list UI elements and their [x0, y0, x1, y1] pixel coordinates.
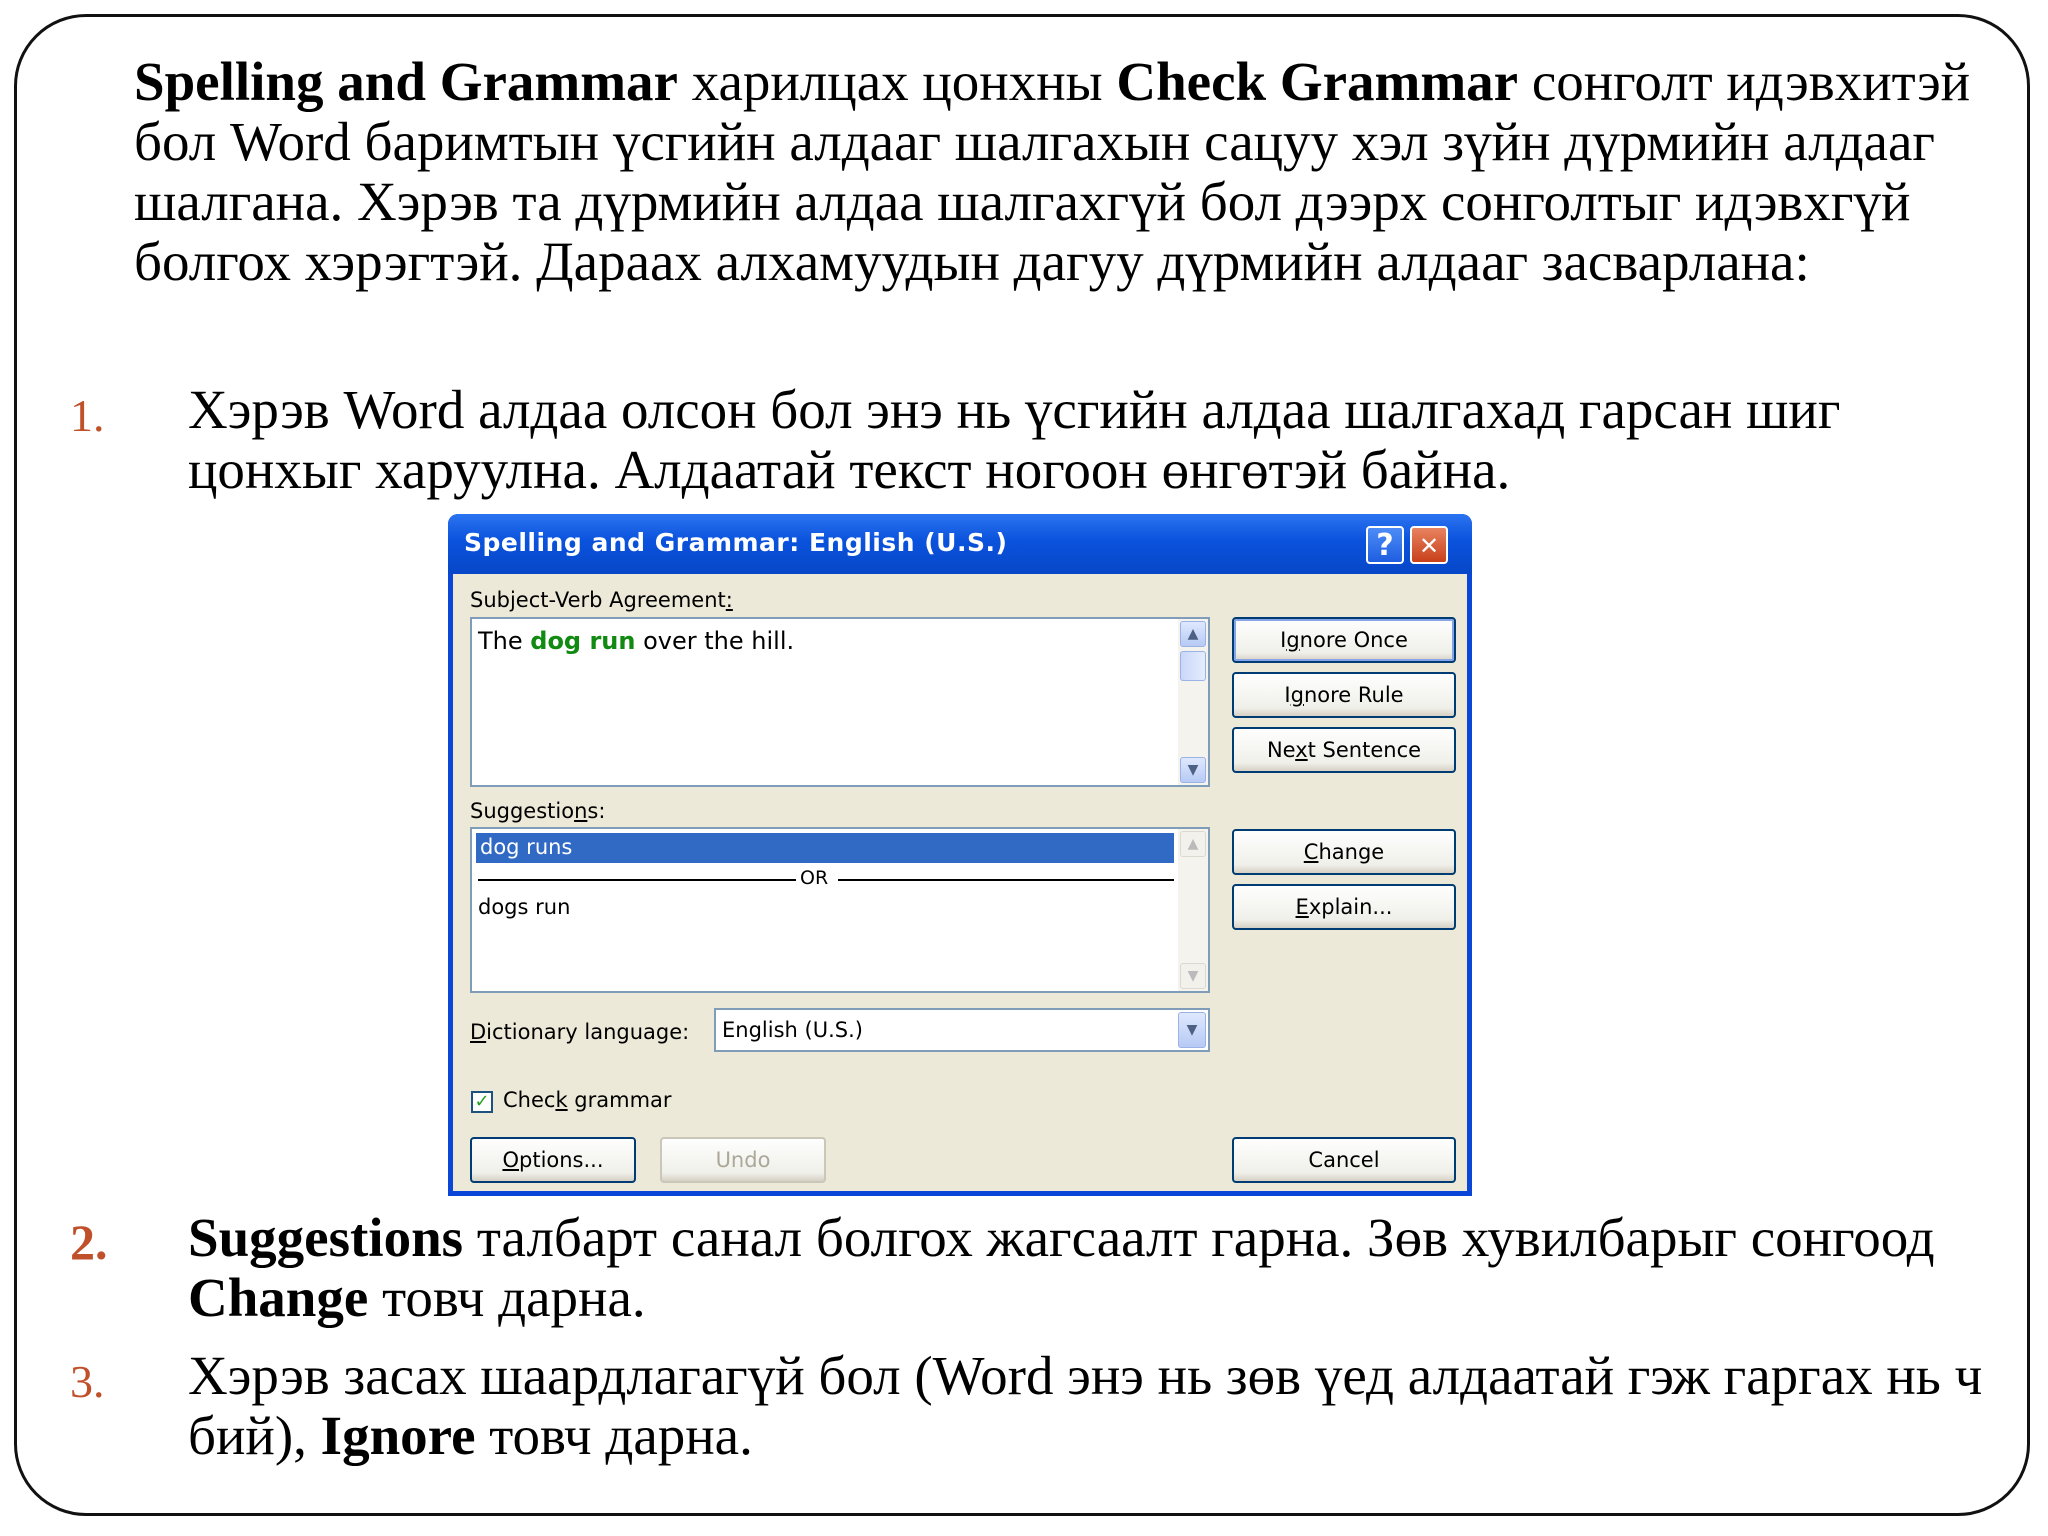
step-1-number: 1. [70, 390, 105, 441]
explain-label: xplain... [1308, 895, 1393, 919]
change-button[interactable]: Change [1232, 829, 1456, 875]
dictionary-language-value: English (U.S.) [722, 1018, 863, 1042]
ignore-once-button[interactable]: Ignore Once [1232, 617, 1456, 663]
scroll-down-icon[interactable]: ▼ [1180, 757, 1206, 783]
dictionary-language-label: Dictionary language: [470, 1020, 689, 1044]
error-type-label-text: Subject-Verb Agreement [470, 588, 726, 612]
step-3-number: 3. [70, 1356, 105, 1407]
suggestions-label-text: Suggestio [470, 799, 575, 823]
check-grammar-text: Chec [503, 1088, 556, 1112]
dictionary-language-select[interactable]: English (U.S.) ▼ [714, 1008, 1210, 1052]
step-2-text-1: талбарт санал болгох жагсаалт гарна. Зөв… [463, 1207, 1935, 1268]
intro-paragraph: Spelling and Grammar харилцах цонхны Che… [134, 52, 2014, 292]
or-divider-right [838, 879, 1174, 881]
ignore-rule-button[interactable]: Ignore Rule [1232, 672, 1456, 718]
step-2-text: Suggestions талбарт санал болгох жагсаал… [188, 1208, 2008, 1328]
step-3-text-2: товч дарна. [475, 1405, 753, 1466]
or-text: OR [800, 867, 829, 889]
dialog-client-area: Subject-Verb Agreement: The dog run over… [453, 574, 1467, 1191]
change-accel: C [1303, 840, 1319, 864]
sentence-pre: The [478, 627, 531, 655]
options-label: ptions... [519, 1148, 604, 1172]
scroll-up-icon[interactable]: ▲ [1180, 621, 1206, 647]
step-3-text: Хэрэв засах шаардлагагүй бол (Word энэ н… [188, 1346, 2008, 1466]
ignore-once-tail: nore Once [1299, 628, 1408, 652]
sentence-textbox[interactable]: The dog run over the hill. ▲ ▼ [470, 617, 1210, 787]
spelling-grammar-dialog: Spelling and Grammar: English (U.S.) ? ✕… [448, 514, 1472, 1196]
help-icon: ? [1376, 528, 1394, 563]
dialog-title: Spelling and Grammar: English (U.S.) [464, 528, 1008, 557]
suggestions-label-tail: s: [587, 799, 606, 823]
explain-accel: E [1295, 895, 1309, 919]
help-button[interactable]: ? [1366, 526, 1404, 564]
next-sentence-tail: t Sentence [1307, 738, 1422, 762]
scroll-up-icon[interactable]: ▲ [1180, 831, 1206, 857]
options-accel: O [502, 1148, 519, 1172]
scroll-down-icon[interactable]: ▼ [1180, 963, 1206, 989]
dictionary-label-accel: D [470, 1020, 487, 1044]
intro-bold-check-grammar: Check Grammar [1116, 51, 1519, 112]
check-grammar-accel: k [555, 1088, 568, 1112]
sentence-scrollbar[interactable]: ▲ ▼ [1178, 619, 1208, 785]
next-sentence-label: Ne [1266, 738, 1296, 762]
options-button[interactable]: Options... [470, 1137, 636, 1183]
check-grammar-label[interactable]: Check grammar [503, 1088, 672, 1112]
close-button[interactable]: ✕ [1410, 526, 1448, 564]
error-type-label: Subject-Verb Agreement: [470, 588, 733, 612]
sentence-error-highlight: dog run [530, 627, 636, 655]
check-grammar-tail: grammar [567, 1088, 672, 1112]
step-2-number: 2. [70, 1214, 108, 1270]
step-1-text: Хэрэв Word алдаа олсон бол энэ нь үсгийн… [188, 379, 1841, 500]
suggestions-list[interactable]: dog runs OR dogs run ▲ ▼ [470, 827, 1210, 993]
step-2-bold-change: Change [188, 1267, 369, 1328]
next-sentence-button[interactable]: Next Sentence [1232, 727, 1456, 773]
sentence-post: over the hill. [635, 627, 795, 655]
ignore-once-accel: g [1286, 628, 1300, 652]
chevron-down-icon[interactable]: ▼ [1178, 1012, 1206, 1048]
step-2-text-2: товч дарна. [368, 1267, 646, 1328]
change-label: hange [1318, 840, 1385, 864]
scroll-thumb[interactable] [1180, 651, 1206, 681]
explain-button[interactable]: Explain... [1232, 884, 1456, 930]
next-sentence-accel: x [1295, 738, 1308, 762]
check-grammar-checkbox[interactable]: ✓ [471, 1091, 493, 1113]
intro-bold-spelling: Spelling and Grammar [134, 51, 678, 112]
step-2-bold-suggestions: Suggestions [188, 1207, 464, 1268]
suggestions-label-accel: n [574, 799, 588, 823]
dialog-titlebar[interactable]: Spelling and Grammar: English (U.S.) ? ✕ [448, 514, 1472, 574]
intro-text-1: харилцах цонхны [677, 51, 1117, 112]
undo-button[interactable]: Undo [660, 1137, 826, 1183]
dictionary-label-text: ictionary language: [486, 1020, 690, 1044]
suggestion-item[interactable]: dogs run [478, 895, 570, 919]
cancel-button[interactable]: Cancel [1232, 1137, 1456, 1183]
error-type-label-accel: : [725, 588, 733, 612]
suggestions-scrollbar[interactable]: ▲ ▼ [1178, 829, 1208, 991]
suggestions-label: Suggestions: [470, 799, 605, 823]
close-icon: ✕ [1418, 532, 1440, 560]
ignore-rule-tail: nore Rule [1303, 683, 1404, 707]
or-divider-left [478, 879, 796, 881]
suggestion-item-selected[interactable]: dog runs [475, 832, 1175, 864]
step-3-bold-ignore: Ignore [320, 1405, 476, 1466]
ignore-rule-accel: g [1290, 683, 1304, 707]
sentence-text: The dog run over the hill. [478, 627, 794, 655]
